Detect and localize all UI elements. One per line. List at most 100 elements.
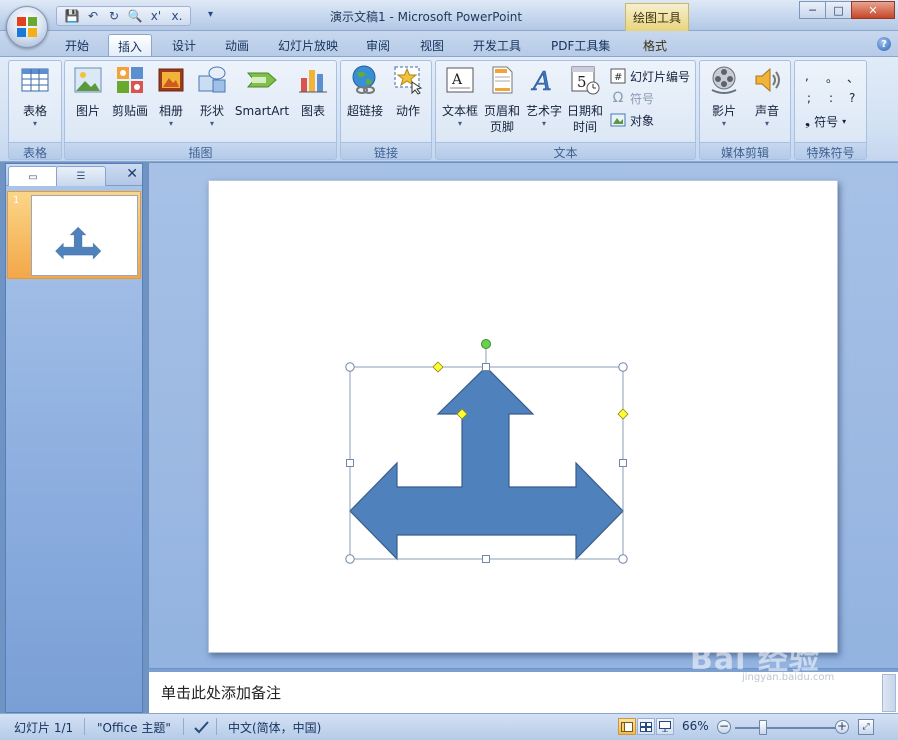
resize-handle-ne[interactable] (618, 362, 628, 372)
resize-handle-w[interactable] (346, 459, 354, 467)
slide-number-label: 幻灯片编号 (630, 69, 691, 84)
slide-thumbnail-row[interactable]: 1 (7, 191, 141, 279)
tab-insert[interactable]: 插入 (108, 34, 153, 56)
zoom-slider-track[interactable] (735, 727, 837, 729)
resize-handle-sw[interactable] (345, 554, 355, 564)
zoom-out-button[interactable]: − (717, 720, 731, 734)
resize-handle-se[interactable] (618, 554, 628, 564)
adjust-handle-1[interactable] (432, 361, 444, 373)
header-footer-button[interactable]: 页眉和 页脚 (482, 64, 522, 135)
resize-handle-nw[interactable] (345, 362, 355, 372)
shapes-button[interactable]: 形状 ▾ (195, 64, 229, 129)
tab-home[interactable]: 开始 (56, 34, 98, 56)
smartart-button[interactable]: SmartArt (233, 64, 291, 119)
minimize-button[interactable]: ─ (799, 1, 826, 19)
resize-handle-s[interactable] (482, 555, 490, 563)
left-right-up-arrow-shape[interactable] (349, 366, 624, 561)
slideshow-view-button[interactable] (656, 718, 674, 735)
slide-canvas[interactable] (208, 180, 838, 653)
maximize-button[interactable]: □ (825, 1, 852, 19)
tab-outline-view[interactable]: ☰ (56, 166, 106, 186)
normal-view-button[interactable] (618, 718, 636, 735)
help-icon[interactable]: ? (877, 37, 891, 51)
tab-pdf-tools[interactable]: PDF工具集 (542, 34, 619, 56)
photo-album-button[interactable]: 相册 ▾ (154, 64, 188, 129)
group-label-text: 文本 (436, 142, 695, 160)
calendar-clock-icon: 5 (571, 66, 600, 95)
superscript-icon[interactable]: x' (147, 8, 165, 24)
resize-handle-e[interactable] (619, 459, 627, 467)
table-label: 表格 (22, 104, 47, 118)
close-button[interactable]: ✕ (851, 1, 895, 19)
wordart-button[interactable]: A 艺术字 ▾ (524, 64, 564, 129)
qat-customize-icon[interactable]: ▾ (208, 9, 213, 20)
notes-placeholder[interactable]: 单击此处添加备注 (161, 682, 281, 703)
tab-developer[interactable]: 开发工具 (464, 34, 530, 56)
chart-button[interactable]: 图表 (295, 64, 331, 119)
slide-editor (148, 163, 898, 668)
action-button[interactable]: 动作 (390, 64, 426, 119)
zoom-level[interactable]: 66% (682, 719, 709, 733)
symbol-period[interactable]: 。 (826, 69, 838, 86)
smartart-icon (246, 72, 277, 88)
tab-design[interactable]: 设计 (163, 34, 205, 56)
zoom-slider-thumb[interactable] (759, 720, 767, 735)
resize-handle-n[interactable] (482, 363, 490, 371)
tab-animations[interactable]: 动画 (216, 34, 258, 56)
status-language[interactable]: 中文(简体，中国) (228, 719, 321, 736)
rotation-handle[interactable] (481, 339, 491, 349)
speaker-icon (755, 67, 780, 93)
clipart-button[interactable]: 剪贴画 (109, 64, 151, 119)
photo-album-label: 相册 (158, 104, 183, 118)
object-button[interactable]: 对象 (610, 110, 654, 130)
date-time-button[interactable]: 5 日期和 时间 (565, 64, 605, 135)
slide-thumbnail[interactable] (31, 195, 138, 276)
status-bar: 幻灯片 1/1 "Office 主题" 中文(简体，中国) 66% − + ⤢ (0, 713, 898, 740)
symbol-button[interactable]: Ω 符号 (610, 88, 654, 108)
table-button[interactable]: 表格 ▾ (15, 64, 55, 129)
undo-icon[interactable]: ↶ (84, 8, 102, 24)
symbol-enum-comma[interactable]: 、 (847, 69, 859, 86)
office-button[interactable] (6, 6, 48, 48)
header-footer-label-1: 页眉和 (483, 104, 520, 118)
shapes-icon (198, 66, 226, 93)
tab-slides-view[interactable]: ▭ (8, 166, 58, 187)
chevron-down-icon: ▾ (721, 119, 726, 128)
sound-button[interactable]: 声音 ▾ (748, 64, 786, 129)
subscript-icon[interactable]: x. (168, 8, 186, 24)
textbox-icon: A (446, 67, 474, 93)
adjust-handle-3[interactable] (617, 408, 629, 420)
slide-number-button[interactable]: # 幻灯片编号 (610, 66, 690, 86)
picture-icon (74, 67, 102, 93)
redo-icon[interactable]: ↻ (105, 8, 123, 24)
slide-sorter-icon (640, 721, 652, 732)
fit-to-window-button[interactable]: ⤢ (858, 719, 874, 735)
print-preview-icon[interactable]: 🔍 (126, 8, 144, 24)
symbol-colon[interactable]: : (829, 91, 833, 105)
omega-icon: Ω (612, 90, 624, 106)
sound-label: 声音 (754, 104, 779, 118)
notes-scrollbar[interactable] (882, 674, 896, 712)
symbol-comma[interactable]: , (805, 69, 809, 83)
header-footer-icon (492, 66, 513, 94)
zoom-in-button[interactable]: + (835, 720, 849, 734)
tab-view[interactable]: 视图 (411, 34, 453, 56)
chevron-down-icon: ▾ (209, 119, 214, 128)
save-icon[interactable]: 💾 (63, 8, 81, 24)
symbol-question[interactable]: ? (849, 91, 855, 105)
tab-review[interactable]: 审阅 (357, 34, 399, 56)
tab-format[interactable]: 格式 (634, 34, 676, 56)
movie-button[interactable]: 影片 ▾ (705, 64, 743, 129)
close-pane-icon[interactable]: ✕ (126, 166, 138, 182)
hyperlink-button[interactable]: 超链接 (345, 64, 385, 119)
spell-check-icon[interactable] (193, 719, 211, 735)
clipart-icon (117, 67, 143, 93)
slide-sorter-view-button[interactable] (637, 718, 655, 735)
textbox-button[interactable]: A 文本框 ▾ (440, 64, 480, 129)
wordart-icon: A (531, 67, 552, 98)
status-separator (183, 718, 184, 735)
special-symbol-button[interactable]: ❟ 符号 ▾ (805, 111, 846, 131)
symbol-semicolon[interactable]: ; (807, 91, 811, 105)
picture-button[interactable]: 图片 (70, 64, 106, 119)
tab-slideshow[interactable]: 幻灯片放映 (269, 34, 347, 56)
